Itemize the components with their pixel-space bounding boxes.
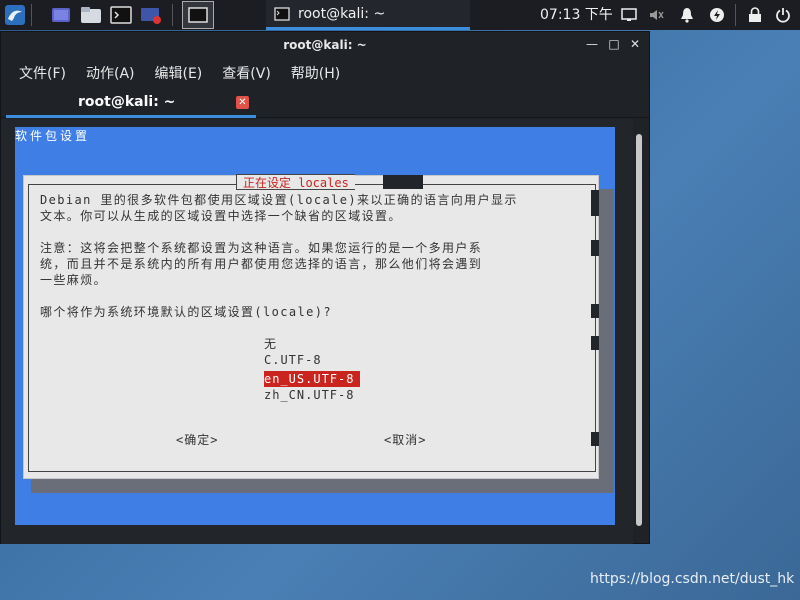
dialog-edge-mark bbox=[591, 190, 599, 216]
scroll-thumb[interactable] bbox=[636, 134, 642, 526]
maximize-button[interactable]: □ bbox=[607, 37, 621, 51]
dialog-title: 正在设定 locales bbox=[236, 174, 355, 190]
file-manager-icon[interactable] bbox=[80, 4, 102, 26]
dialog-edge-mark bbox=[591, 240, 599, 256]
dialog-title-gap bbox=[383, 175, 423, 189]
terminal-icon[interactable] bbox=[110, 4, 132, 26]
terminal-icon bbox=[188, 7, 208, 23]
locale-option-list: 无 C.UTF-8 en_US.UTF-8 zh_CN.UTF-8 bbox=[264, 336, 361, 403]
taskbar-separator bbox=[735, 4, 736, 26]
dialog-text-line: Debian 里的很多软件包都使用区域设置(locale)来以正确的语言向用户显… bbox=[40, 193, 518, 207]
menubar: 文件(F) 动作(A) 编辑(E) 查看(V) 帮助(H) bbox=[1, 58, 649, 88]
kali-menu-icon[interactable] bbox=[4, 4, 26, 26]
power-icon[interactable] bbox=[772, 4, 794, 26]
installer-header: 软件包设置 bbox=[15, 129, 91, 143]
menu-view[interactable]: 查看(V) bbox=[222, 63, 271, 83]
terminal-window-button[interactable] bbox=[182, 1, 214, 29]
clock[interactable]: 07:13 下午 bbox=[540, 0, 613, 30]
menu-help[interactable]: 帮助(H) bbox=[291, 63, 340, 83]
screen-recorder-icon[interactable] bbox=[140, 4, 162, 26]
desktop: root@kali: ~ 07:13 下午 root@kali: ~ — □ ✕… bbox=[0, 0, 800, 600]
menu-file[interactable]: 文件(F) bbox=[19, 63, 66, 83]
taskbar-task-terminal[interactable]: root@kali: ~ bbox=[266, 0, 470, 30]
taskbar-separator bbox=[31, 4, 32, 26]
dialog-edge-mark bbox=[591, 304, 599, 318]
display-icon[interactable] bbox=[618, 4, 640, 26]
tab-label: root@kali: ~ bbox=[78, 94, 176, 110]
minimize-button[interactable]: — bbox=[585, 37, 599, 51]
lock-icon[interactable] bbox=[744, 4, 766, 26]
dialog-edge-mark bbox=[591, 336, 599, 350]
volume-muted-icon[interactable] bbox=[646, 4, 668, 26]
dialog-text-line: 统，而且并不是系统内的所有用户都使用您选择的语言，那么他们将会遇到 bbox=[40, 257, 483, 271]
tab-close-icon[interactable]: ✕ bbox=[236, 96, 249, 109]
cancel-button[interactable]: <取消> bbox=[384, 431, 426, 448]
locale-option[interactable]: C.UTF-8 bbox=[264, 352, 360, 368]
locale-option[interactable]: 无 bbox=[264, 336, 360, 352]
terminal-icon bbox=[274, 6, 290, 21]
watermark: https://blog.csdn.net/dust_hk bbox=[590, 571, 795, 587]
tab-terminal[interactable]: root@kali: ~ ✕ bbox=[6, 88, 256, 118]
taskbar: root@kali: ~ 07:13 下午 bbox=[0, 0, 800, 30]
locale-option-selected[interactable]: en_US.UTF-8 bbox=[264, 371, 361, 387]
menu-edit[interactable]: 编辑(E) bbox=[155, 63, 203, 83]
workspace-icon[interactable] bbox=[50, 4, 72, 26]
dialog-question: 哪个将作为系统环境默认的区域设置(locale)? bbox=[40, 305, 333, 319]
power-manager-icon[interactable] bbox=[706, 4, 728, 26]
ok-button[interactable]: <确定> bbox=[176, 431, 218, 448]
locale-option[interactable]: zh_CN.UTF-8 bbox=[264, 387, 360, 403]
dialog-text-line: 一些麻烦。 bbox=[40, 273, 108, 287]
dialog-frame bbox=[28, 184, 596, 472]
taskbar-task-label: root@kali: ~ bbox=[298, 5, 386, 22]
tab-bar: root@kali: ~ ✕ bbox=[1, 88, 649, 118]
menu-action[interactable]: 动作(A) bbox=[86, 63, 135, 83]
dialog-text-line: 文本。你可以从生成的区域设置中选择一个缺省的区域设置。 bbox=[40, 209, 402, 223]
dialog-edge-mark bbox=[591, 432, 599, 446]
taskbar-separator bbox=[172, 4, 173, 26]
dialog-text-line: 注意：这将会把整个系统都设置为这种语言。如果您运行的是一个多用户系 bbox=[40, 241, 483, 255]
notification-bell-icon[interactable] bbox=[676, 4, 698, 26]
close-button[interactable]: ✕ bbox=[628, 37, 642, 51]
window-title: root@kali: ~ bbox=[283, 38, 367, 52]
terminal-scrollbar[interactable] bbox=[635, 126, 643, 538]
